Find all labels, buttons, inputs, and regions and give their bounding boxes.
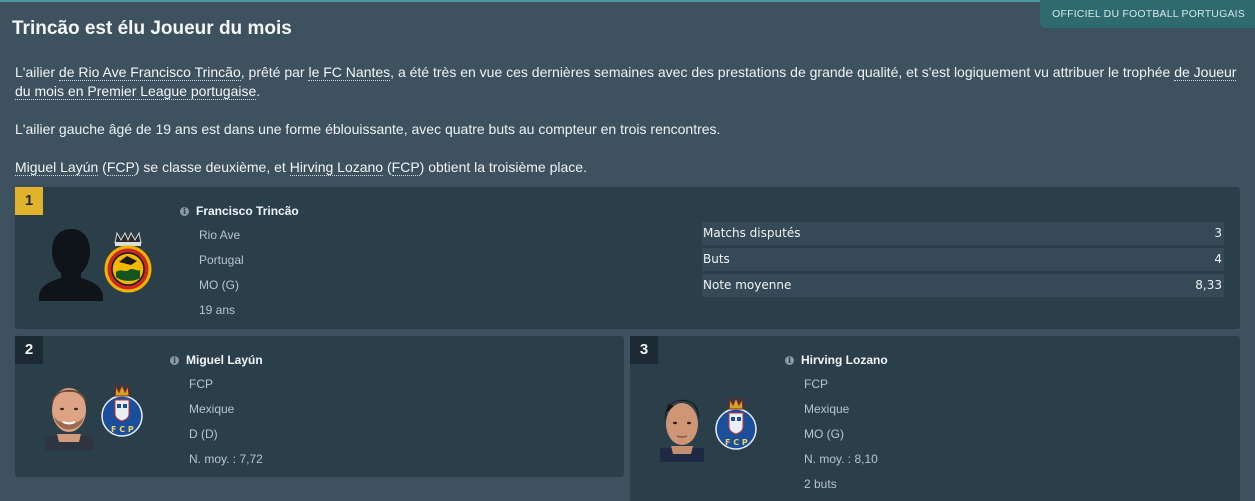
player-nation[interactable]: Portugal [199,248,244,273]
link-fcp-2[interactable]: FCP [391,159,420,176]
text: ) se classe deuxième, et [134,159,290,175]
player-club[interactable]: FCP [804,372,878,397]
player-photo [45,388,93,450]
player-rating: N. moy. : 8,10 [804,452,878,466]
link-trincao[interactable]: de Rio Ave Francisco Trincão [58,64,241,81]
article-paragraph-2: L'ailier gauche âgé de 19 ans est dans u… [15,121,721,137]
svg-text:F C P: F C P [725,438,748,447]
text: , prêté par [240,64,309,80]
fc-porto-crest[interactable]: F C P [99,380,145,438]
fc-porto-crest[interactable]: F C P [713,393,759,451]
stat-value: 4 [1214,252,1222,266]
link-hirving-lozano[interactable]: Hirving Lozano [289,159,384,176]
text: . [256,83,261,99]
player-club[interactable]: FCP [189,372,263,397]
text: ) obtient la troisième place. [419,159,587,175]
player-name-label: Miguel Layún [186,353,263,367]
player-name[interactable]: i Hirving Lozano [785,353,888,367]
player-details: FCP Mexique MO (G) N. moy. : 8,10 2 buts [804,372,878,497]
player-age: 19 ans [199,303,236,317]
stat-label: Matchs disputés [703,226,801,240]
link-fcp[interactable]: FCP [106,159,135,176]
player-name[interactable]: i Francisco Trincão [180,204,299,218]
link-miguel-layun[interactable]: Miguel Layún [15,159,99,176]
player-silhouette [39,229,103,301]
player-rating: N. moy. : 7,72 [189,452,263,466]
second-place-card: 2 F C P i Miguel Layún FCP Mexique D (D) … [15,336,624,477]
stat-row: Matchs disputés 3 [702,222,1224,245]
stat-label: Buts [703,252,730,266]
player-name[interactable]: i Miguel Layún [170,353,263,367]
player-goals: 2 buts [804,477,837,491]
stat-label: Note moyenne [703,278,792,292]
info-icon[interactable]: i [785,356,794,365]
svg-text:F C P: F C P [111,425,134,434]
text: ( [98,159,107,175]
player-name-label: Francisco Trincão [196,204,299,218]
rank-badge: 3 [630,336,658,364]
text: , a été très en vue ces dernières semain… [390,64,1175,80]
text: L'ailier [15,64,59,80]
player-details: FCP Mexique D (D) N. moy. : 7,72 [189,372,263,472]
player-position: MO (G) [199,278,239,292]
player-details: Rio Ave Portugal MO (G) 19 ans [199,223,244,323]
stat-value: 8,33 [1195,278,1222,292]
article-paragraph-1: L'ailier de Rio Ave Francisco Trincão, p… [15,63,1240,101]
link-fc-nantes[interactable]: le FC Nantes [308,64,391,81]
info-icon[interactable]: i [180,207,189,216]
stat-value: 3 [1214,226,1222,240]
article-paragraph-3: Miguel Layún (FCP) se classe deuxième, e… [15,158,1240,177]
winner-stats: Matchs disputés 3 Buts 4 Note moyenne 8,33 [702,222,1224,300]
source-tab: OFFICIEL DU FOOTBALL PORTUGAIS [1040,0,1255,28]
stat-row: Buts 4 [702,248,1224,271]
rank-badge: 2 [15,336,43,364]
text: ( [383,159,392,175]
rio-ave-crest[interactable] [103,231,153,293]
page-title: Trincão est élu Joueur du mois [12,18,292,39]
player-nation[interactable]: Mexique [804,397,878,422]
player-nation[interactable]: Mexique [189,397,263,422]
player-name-label: Hirving Lozano [801,353,888,367]
third-place-card: 3 F C P i Hirving Lozano FCP Mexique MO (… [630,336,1240,501]
rank-badge: 1 [15,187,43,215]
info-icon[interactable]: i [170,356,179,365]
player-photo [660,399,704,462]
player-position: MO (G) [804,427,844,441]
stat-row: Note moyenne 8,33 [702,274,1224,297]
player-club[interactable]: Rio Ave [199,223,244,248]
player-position: D (D) [189,427,218,441]
